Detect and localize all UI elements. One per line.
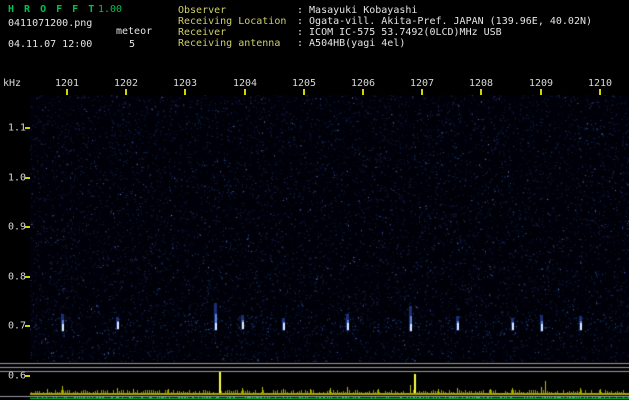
- freq-tick: [25, 325, 30, 327]
- freq-label-0.8: 0.8: [8, 271, 27, 283]
- time-label-1204: 1204: [232, 78, 258, 89]
- freq-label-1.0: 1.0: [8, 172, 27, 184]
- time-tick: [540, 89, 542, 95]
- time-tick: [421, 89, 423, 95]
- time-label-1206: 1206: [350, 78, 376, 89]
- freq-label-0.7: 0.7: [8, 320, 27, 332]
- time-label-1203: 1203: [172, 78, 198, 89]
- time-tick: [125, 89, 127, 95]
- time-label-1205: 1205: [291, 78, 317, 89]
- time-label-1201: 1201: [54, 78, 80, 89]
- time-tick: [480, 89, 482, 95]
- time-tick: [184, 89, 186, 95]
- freq-tick: [25, 127, 30, 129]
- time-tick: [244, 89, 246, 95]
- freq-tick: [25, 375, 30, 377]
- hrofft-window: H R O F F T 1.00 0411071200.png meteor 0…: [0, 0, 629, 400]
- freq-tick: [25, 276, 30, 278]
- time-label-1208: 1208: [468, 78, 494, 89]
- freq-label-0.9: 0.9: [8, 221, 27, 233]
- time-label-1209: 1209: [528, 78, 554, 89]
- time-tick: [599, 89, 601, 95]
- time-tick: [362, 89, 364, 95]
- time-tick: [303, 89, 305, 95]
- freq-tick: [25, 177, 30, 179]
- freq-tick: [25, 226, 30, 228]
- time-label-1210: 1210: [587, 78, 613, 89]
- time-label-1202: 1202: [113, 78, 139, 89]
- signal-level-canvas: [0, 362, 629, 400]
- time-label-1207: 1207: [409, 78, 435, 89]
- time-tick: [66, 89, 68, 95]
- spectrogram-canvas: [30, 95, 629, 362]
- freq-label-0.6: 0.6: [8, 370, 27, 382]
- freq-label-1.1: 1.1: [8, 122, 27, 134]
- spectrogram-area: kHz 1201 1202 1203 1204 1205 1206 1207 1208 1209…: [0, 0, 629, 400]
- freq-unit-label: kHz: [3, 78, 22, 89]
